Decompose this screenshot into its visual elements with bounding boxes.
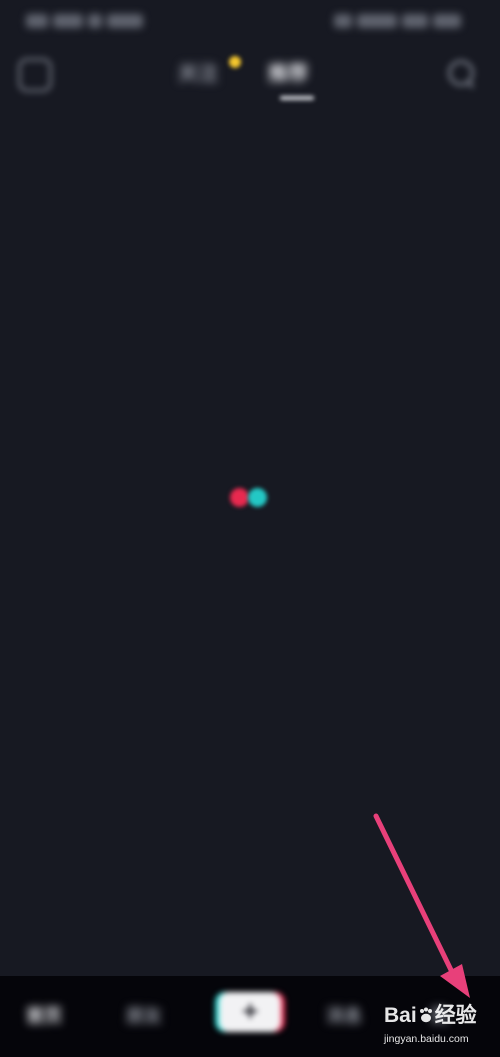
loading-spinner xyxy=(226,486,276,510)
nav-home[interactable]: 首页 xyxy=(26,1004,62,1030)
loading-dot-red xyxy=(230,488,249,507)
tab-recommend[interactable]: 推荐 xyxy=(268,58,308,88)
app-screen: 关注 推荐 首页 朋友 + 消息 我 Bai 经验 jingyan.baidu.… xyxy=(0,0,500,1057)
menu-icon[interactable] xyxy=(18,58,52,92)
plus-icon: + xyxy=(241,999,260,1024)
annotation-arrow-icon xyxy=(373,813,470,998)
status-bar-right xyxy=(334,10,474,32)
tab-follow[interactable]: 关注 xyxy=(178,58,218,88)
paw-icon xyxy=(418,1007,434,1023)
status-bar-left xyxy=(26,10,160,32)
nav-friends[interactable]: 朋友 xyxy=(126,1004,162,1030)
watermark-logo: Bai 经验 xyxy=(384,1004,477,1027)
nav-messages[interactable]: 消息 xyxy=(326,1004,362,1030)
watermark-url: jingyan.baidu.com xyxy=(384,1033,469,1045)
tab-active-indicator xyxy=(280,96,314,100)
top-bar: 关注 推荐 xyxy=(0,44,500,108)
loading-dot-cyan xyxy=(248,488,267,507)
status-bar xyxy=(0,0,500,44)
search-icon[interactable] xyxy=(444,56,480,92)
baidu-jingyan-watermark: Bai 经验 jingyan.baidu.com xyxy=(384,1002,496,1054)
tab-follow-badge xyxy=(229,56,241,68)
create-button[interactable]: + xyxy=(219,992,281,1032)
